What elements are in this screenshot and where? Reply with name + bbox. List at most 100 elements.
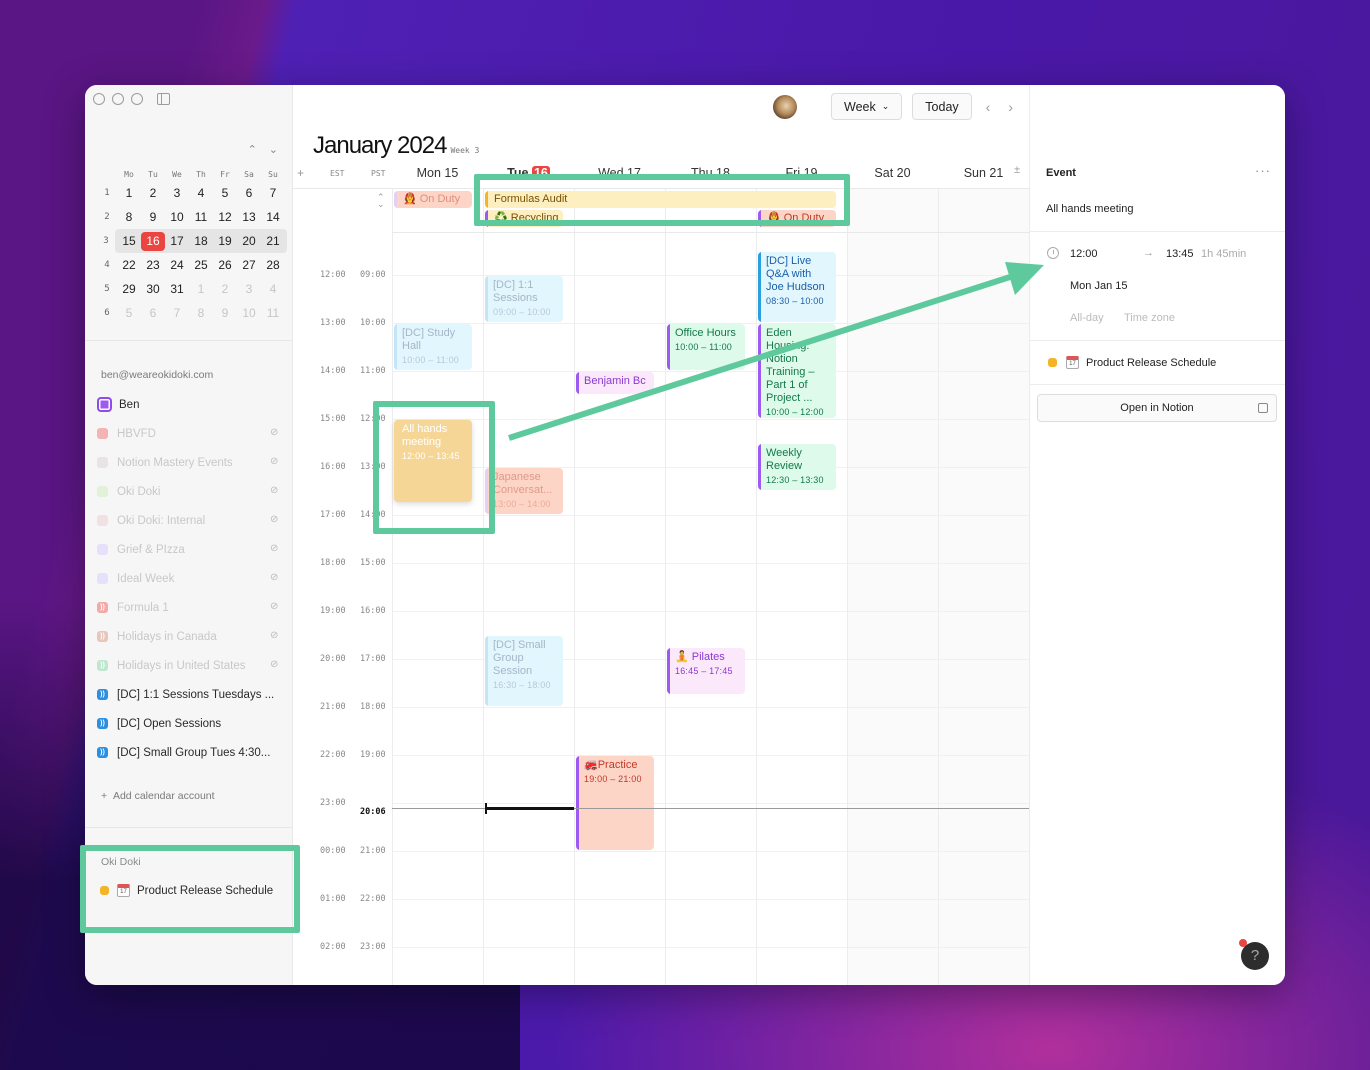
calendar-color-swatch[interactable] xyxy=(97,515,108,526)
eye-slash-icon[interactable]: ⊘ xyxy=(270,427,283,438)
mini-calendar-day[interactable]: 1 xyxy=(189,282,213,296)
mini-calendar-day[interactable]: 12 xyxy=(213,210,237,224)
calendar-list-item[interactable]: Oki Doki ⊘ xyxy=(97,477,283,506)
eye-slash-icon[interactable]: ⊘ xyxy=(270,572,283,583)
mini-calendar-day[interactable]: 7 xyxy=(165,306,189,320)
all-day-event[interactable]: ♻️ Recycling xyxy=(485,210,563,227)
day-header[interactable]: Mon 15 xyxy=(392,166,483,180)
rss-feed-icon[interactable]: )) xyxy=(97,631,108,642)
day-header[interactable]: Wed 17 xyxy=(574,166,665,180)
add-timezone-icon[interactable]: + xyxy=(297,166,304,180)
calendar-list-item[interactable]: Ben xyxy=(97,390,283,419)
mini-calendar-day[interactable]: 15 xyxy=(117,234,141,248)
mini-calendar-day[interactable]: 4 xyxy=(189,186,213,200)
mini-calendar-day[interactable]: 29 xyxy=(117,282,141,296)
calendar-event[interactable]: Office Hours 10:00 – 11:00 xyxy=(667,324,745,370)
mini-calendar-day[interactable]: 10 xyxy=(165,210,189,224)
mini-calendar-day[interactable]: 5 xyxy=(213,186,237,200)
event-title-field[interactable]: All hands meeting xyxy=(1046,203,1133,215)
minimize-window-button[interactable] xyxy=(112,93,124,105)
calendar-list-item[interactable]: )) [DC] Small Group Tues 4:30... xyxy=(97,738,283,767)
event-start-time[interactable]: 12:00 xyxy=(1070,248,1098,260)
calendar-event[interactable]: Eden Housing: Notion Training – Part 1 o… xyxy=(758,324,836,418)
calendar-list-item[interactable]: )) Holidays in United States ⊘ xyxy=(97,651,283,680)
zoom-window-button[interactable] xyxy=(131,93,143,105)
chevron-up-icon[interactable]: ⌃ xyxy=(248,143,257,156)
event-end-time[interactable]: 13:45 xyxy=(1166,248,1194,260)
week-number[interactable]: 2 xyxy=(97,212,117,222)
calendar-color-swatch[interactable] xyxy=(97,573,108,584)
calendar-color-swatch[interactable] xyxy=(97,457,108,468)
close-window-button[interactable] xyxy=(93,93,105,105)
week-number[interactable]: 1 xyxy=(97,188,117,198)
rss-feed-icon[interactable]: )) xyxy=(97,660,108,671)
eye-slash-icon[interactable]: ⊘ xyxy=(270,514,283,525)
all-day-event[interactable]: 👩‍🚒 On Duty xyxy=(758,210,836,227)
calendar-event[interactable]: 🚒Practice 19:00 – 21:00 xyxy=(576,756,654,850)
mini-calendar-day[interactable]: 17 xyxy=(165,234,189,248)
collapse-allday-icon[interactable]: ⌃ ⌄ xyxy=(377,193,385,209)
calendar-list-item[interactable]: Grief & PIzza ⊘ xyxy=(97,535,283,564)
day-header[interactable]: Fri 19 xyxy=(756,166,847,180)
day-header[interactable]: Sun 21 xyxy=(938,166,1029,180)
calendar-event[interactable]: [DC] Live Q&A with Joe Hudson 08:30 – 10:… xyxy=(758,252,836,322)
user-avatar[interactable] xyxy=(773,94,798,119)
calendar-event[interactable]: Benjamin Bc xyxy=(576,372,654,394)
calendar-list-item[interactable]: )) Formula 1 ⊘ xyxy=(97,593,283,622)
eye-slash-icon[interactable]: ⊘ xyxy=(270,659,283,670)
mini-calendar-day[interactable]: 14 xyxy=(261,210,285,224)
mini-calendar-day[interactable]: 10 xyxy=(237,306,261,320)
mini-calendar-day[interactable]: 18 xyxy=(189,234,213,248)
mini-calendar-day[interactable]: 26 xyxy=(213,258,237,272)
calendar-event[interactable]: 🧘 Pilates 16:45 – 17:45 xyxy=(667,648,745,694)
eye-slash-icon[interactable]: ⊘ xyxy=(270,630,283,641)
more-options-icon[interactable]: ··· xyxy=(1255,163,1271,178)
calendar-event[interactable]: [DC] Small Group Session 16:30 – 18:00 xyxy=(485,636,563,706)
calendar-event[interactable]: [DC] 1:1 Sessions 09:00 – 10:00 xyxy=(485,276,563,322)
mini-calendar-day[interactable]: 6 xyxy=(237,186,261,200)
mini-calendar-day[interactable]: 21 xyxy=(261,234,285,248)
calendar-color-swatch[interactable] xyxy=(97,544,108,555)
mini-calendar-day[interactable]: 28 xyxy=(261,258,285,272)
calendar-list-item[interactable]: )) [DC] Open Sessions xyxy=(97,709,283,738)
mini-calendar-day[interactable]: 24 xyxy=(165,258,189,272)
mini-calendar-day[interactable]: 22 xyxy=(117,258,141,272)
mini-calendar-day[interactable]: 11 xyxy=(189,210,213,224)
previous-week-button[interactable]: ‹ xyxy=(982,99,995,115)
next-week-button[interactable]: › xyxy=(1004,99,1017,115)
mini-calendar-day[interactable]: 1 xyxy=(117,186,141,200)
mini-calendar-day[interactable]: 27 xyxy=(237,258,261,272)
mini-calendar-day[interactable]: 2 xyxy=(213,282,237,296)
rss-feed-icon[interactable]: )) xyxy=(97,602,108,613)
mini-calendar-day[interactable]: 3 xyxy=(165,186,189,200)
mini-calendar-day[interactable]: 2 xyxy=(141,186,165,200)
calendar-color-swatch[interactable] xyxy=(97,486,108,497)
sidebar-toggle-icon[interactable] xyxy=(157,93,170,105)
week-number[interactable]: 6 xyxy=(97,308,117,318)
eye-slash-icon[interactable]: ⊘ xyxy=(270,601,283,612)
event-calendar-selector[interactable]: 17 Product Release Schedule xyxy=(1048,356,1216,369)
mini-calendar-day[interactable]: 9 xyxy=(213,306,237,320)
calendar-list-item[interactable]: Notion Mastery Events ⊘ xyxy=(97,448,283,477)
mini-calendar-day[interactable]: 4 xyxy=(261,282,285,296)
help-button[interactable]: ? xyxy=(1239,939,1269,970)
mini-calendar-day[interactable]: 6 xyxy=(141,306,165,320)
today-button[interactable]: Today xyxy=(912,93,972,120)
calendar-color-swatch[interactable] xyxy=(97,428,108,439)
rss-feed-icon[interactable]: )) xyxy=(97,718,108,729)
notion-database-item[interactable]: 17 Product Release Schedule xyxy=(100,884,273,897)
mini-calendar-day[interactable]: 31 xyxy=(165,282,189,296)
mini-calendar-day[interactable]: 30 xyxy=(141,282,165,296)
eye-slash-icon[interactable]: ⊘ xyxy=(270,456,283,467)
time-zone-toggle[interactable]: Time zone xyxy=(1124,312,1175,324)
mini-calendar-day[interactable]: 20 xyxy=(237,234,261,248)
mini-calendar-day[interactable]: 7 xyxy=(261,186,285,200)
all-day-event[interactable]: Formulas Audit xyxy=(485,191,836,208)
mini-calendar-day[interactable]: 19 xyxy=(213,234,237,248)
rss-feed-icon[interactable]: )) xyxy=(97,689,108,700)
day-header[interactable]: Tue 16 xyxy=(483,166,574,180)
all-day-toggle[interactable]: All-day xyxy=(1070,312,1104,324)
eye-slash-icon[interactable]: ⊘ xyxy=(270,543,283,554)
week-number[interactable]: 5 xyxy=(97,284,117,294)
all-day-event[interactable]: 👩‍🚒 On Duty xyxy=(394,191,472,208)
